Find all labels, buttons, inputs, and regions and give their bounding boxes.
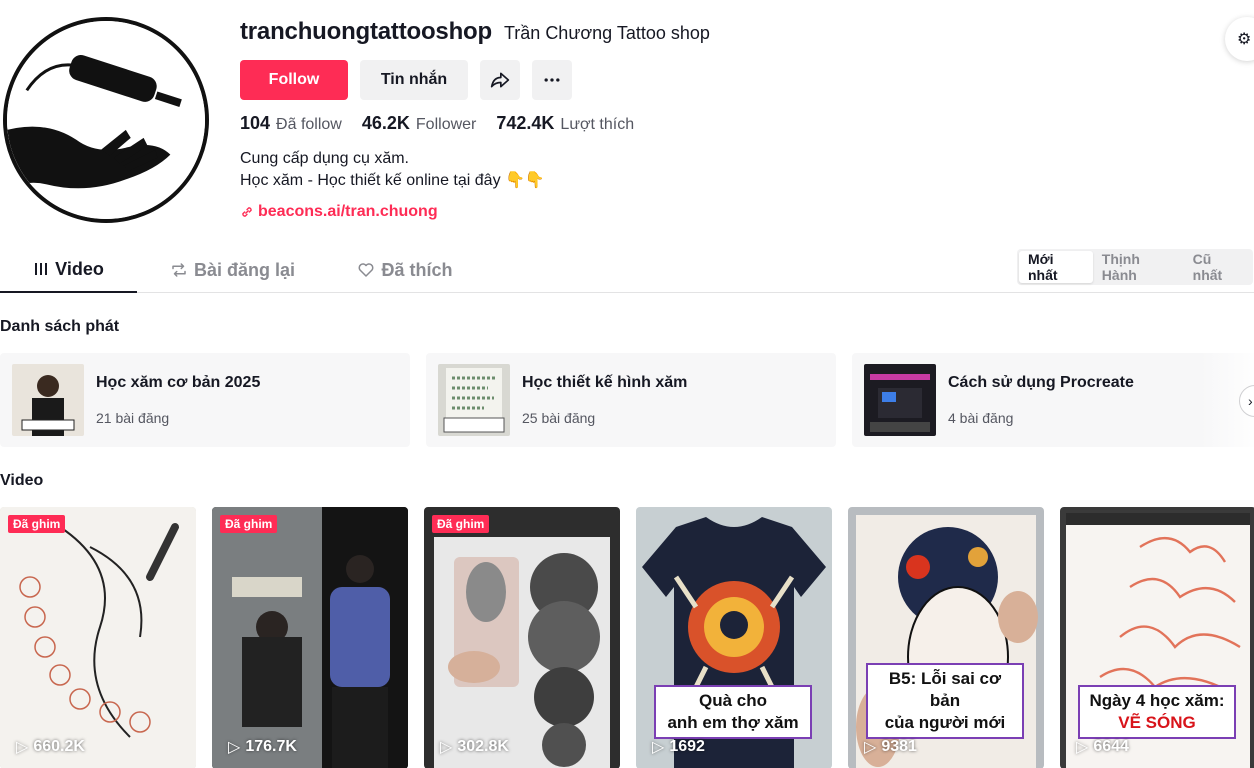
playlist-card[interactable]: Cách sử dụng Procreate 4 bài đăng [852,353,1254,447]
view-count-value: 660.2K [33,738,85,755]
playlist-count: 21 bài đăng [96,410,170,426]
video-caption: Quà cho anh em thợ xăm [654,685,812,739]
playlist-count: 25 bài đăng [522,410,596,426]
share-button[interactable] [480,60,520,100]
settings-icon[interactable]: ⚙ [1225,17,1254,61]
view-count-value: 1692 [669,738,705,755]
caption-line: Ngày 4 học xăm: [1089,691,1225,710]
sort-toggle: Mới nhất Thịnh Hành Cũ nhất [1017,249,1253,285]
caption-line: VẼ SÓNG [1118,713,1196,732]
tab-liked[interactable]: Đã thích [345,247,465,293]
stat-value: 46.2K [361,113,410,133]
tab-video[interactable]: Video [0,247,137,293]
view-count: ▷ 660.2K [16,737,85,757]
caption-line: anh em thợ xăm [667,713,799,732]
play-icon: ▷ [652,739,665,756]
video-card[interactable]: Ngày 4 học xăm: VẼ SÓNG ▷ 6644 [1060,507,1254,768]
pinned-badge: Đã ghim [8,515,66,533]
play-icon: ▷ [1076,739,1089,756]
profile-avatar[interactable] [3,17,209,223]
caption-line: B5: Lỗi sai cơ bản [888,669,1002,710]
link-icon [242,207,252,217]
stat-following[interactable]: 104 Đã follow [240,113,342,134]
repost-icon [172,263,186,277]
profile-bio: Cung cấp dụng cụ xăm. Học xăm - Học thiế… [240,148,545,192]
caption-line: của người mới [884,713,1006,732]
tab-label: Đã thích [381,259,453,280]
playlist-thumbnail [12,364,84,436]
stat-followers[interactable]: 46.2K Follower [362,113,477,134]
tab-label: Video [55,258,104,279]
playlist-name: Cách sử dụng Procreate [948,374,1134,391]
link-text: beacons.ai/tran.chuong [258,203,438,220]
profile-nickname: Trần Chương Tattoo shop [503,23,710,43]
playlists-title: Danh sách phát [0,318,120,335]
view-count: ▷ 1692 [652,737,705,757]
profile-actions: Follow Tin nhắn [240,60,572,100]
view-count: ▷ 176.7K [228,737,297,757]
profile-stats: 104 Đã follow 46.2K Follower 742.4K Lượt th… [240,113,634,134]
view-count: ▷ 302.8K [440,737,509,757]
caption-line: Quà cho [698,691,767,710]
view-count-value: 9381 [881,738,917,755]
stat-label: Lượt thích [560,116,635,133]
play-icon: ▷ [228,739,241,756]
pinned-badge: Đã ghim [432,515,490,533]
playlist-name: Học thiết kế hình xăm [522,374,688,391]
bio-line: Học xăm - Học thiết kế online tại đây 👇👇 [240,172,545,189]
play-icon: ▷ [864,739,877,756]
message-button[interactable]: Tin nhắn [360,60,468,100]
video-card[interactable]: Đã ghim ▷ 302.8K [424,507,620,768]
view-count-value: 176.7K [245,738,297,755]
bio-line: Cung cấp dụng cụ xăm. [240,150,409,167]
video-card[interactable]: Đã ghim ▷ 660.2K [0,507,196,768]
stat-value: 104 [240,113,271,133]
grid-icon [35,263,48,275]
video-card[interactable]: Đã ghim ▷ 176.7K [212,507,408,768]
more-button[interactable] [532,60,572,100]
video-card[interactable]: Quà cho anh em thợ xăm ▷ 1692 [636,507,832,768]
view-count: ▷ 9381 [864,737,917,757]
profile-link[interactable]: beacons.ai/tran.chuong [240,203,438,221]
video-caption: Ngày 4 học xăm: VẼ SÓNG [1078,685,1236,739]
playlist-name: Học xăm cơ bản 2025 [96,374,261,391]
play-icon: ▷ [440,739,453,756]
more-icon [544,78,560,82]
sort-oldest[interactable]: Cũ nhất [1184,251,1251,283]
videos-title: Video [0,472,44,489]
tattoo-hand-logo-icon [7,21,205,219]
play-icon: ▷ [16,739,29,756]
view-count-value: 6644 [1093,738,1129,755]
video-caption: B5: Lỗi sai cơ bản của người mới [866,663,1024,739]
pinned-badge: Đã ghim [220,515,278,533]
video-thumbnail [212,507,408,768]
sort-popular[interactable]: Thịnh Hành [1093,251,1184,283]
tab-label: Bài đăng lại [193,259,296,280]
playlist-thumbnail [864,364,936,436]
playlist-card[interactable]: Học thiết kế hình xăm 25 bài đăng [426,353,836,447]
sort-newest[interactable]: Mới nhất [1019,251,1093,283]
playlist-thumbnail [438,364,510,436]
tab-repost[interactable]: Bài đăng lại [160,247,305,293]
playlist-count: 4 bài đăng [948,410,1014,426]
video-card[interactable]: B5: Lỗi sai cơ bản của người mới ▷ 9381 [848,507,1044,768]
stat-label: Đã follow [276,116,342,133]
view-count-value: 302.8K [457,738,509,755]
stat-label: Follower [415,116,477,133]
stat-likes: 742.4K Lượt thích [496,113,634,134]
video-grid: Đã ghim ▷ 660.2K Đã ghim ▷ 176.7K Đã ghi… [0,507,1254,768]
heart-icon [359,263,374,277]
playlists-row: Học xăm cơ bản 2025 21 bài đăng Học thiế… [0,353,1254,447]
video-thumbnail [0,507,196,768]
view-count: ▷ 6644 [1076,737,1129,757]
stat-value: 742.4K [496,113,555,133]
profile-title-row: tranchuongtattooshop Trần Chương Tattoo … [240,18,710,46]
share-icon [490,72,510,88]
profile-username: tranchuongtattooshop [240,18,492,45]
follow-button[interactable]: Follow [240,60,348,100]
video-thumbnail [424,507,620,768]
playlist-card[interactable]: Học xăm cơ bản 2025 21 bài đăng [0,353,410,447]
